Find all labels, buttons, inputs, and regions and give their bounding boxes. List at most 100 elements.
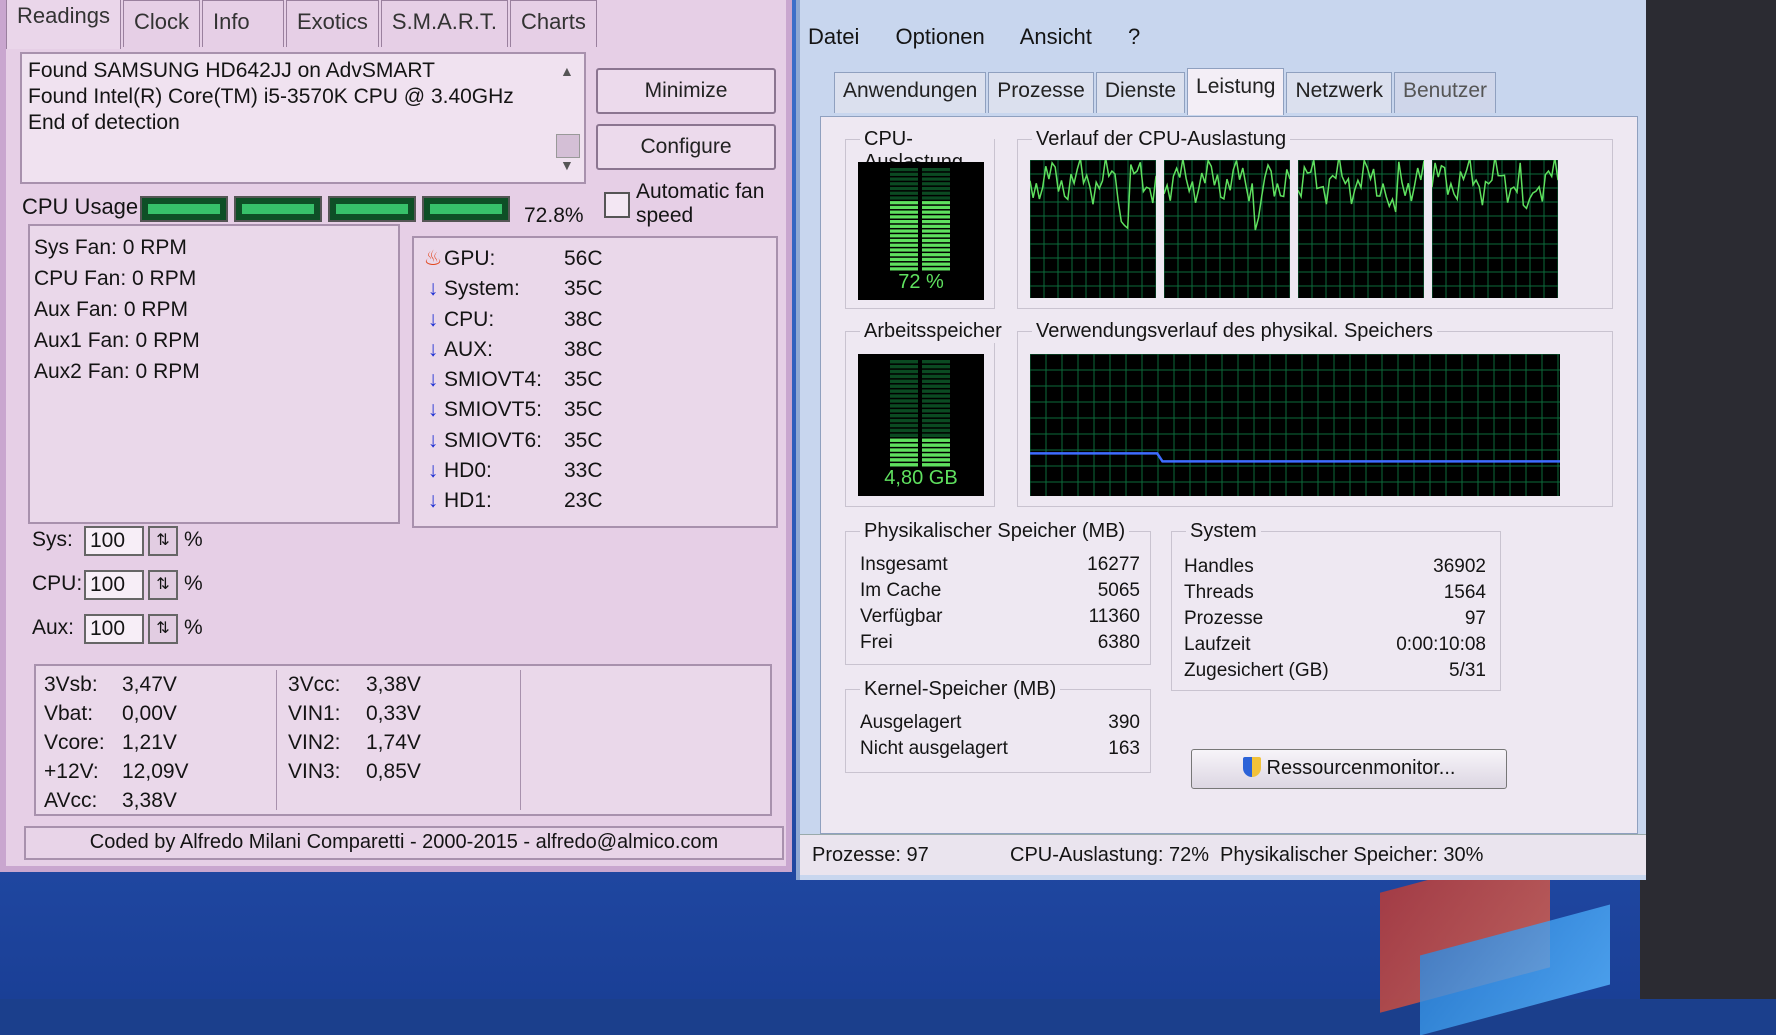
tab-benutzer[interactable]: Benutzer (1393, 72, 1497, 113)
sys-speed-input[interactable]: 100 (84, 526, 144, 556)
stat-value: 97 (1464, 608, 1486, 629)
stat-row: Nicht ausgelagert 163 (860, 736, 1140, 762)
aux-speed-input[interactable]: 100 (84, 614, 144, 644)
temp-row: ↓ SMIOVT6: 35C (422, 426, 768, 456)
scroll-up-icon[interactable]: ▲ (560, 58, 574, 84)
spinner-arrows-icon[interactable]: ⇅ (148, 526, 178, 556)
menu-datei[interactable]: Datei (808, 24, 859, 49)
memory-history-group: Verwendungsverlauf des physikal. Speiche… (1017, 320, 1613, 507)
stat-name: Handles (1184, 556, 1254, 577)
stat-value: 11360 (1088, 606, 1140, 627)
temp-row: ↓ HD1: 23C (422, 486, 768, 516)
fan-readings-panel: Sys Fan: 0 RPM CPU Fan: 0 RPM Aux Fan: 0… (28, 224, 400, 524)
credits-footer: Coded by Alfredo Milani Comparetti - 200… (24, 826, 784, 860)
cpu-core-graph (1030, 160, 1156, 298)
stat-name: Insgesamt (860, 554, 948, 575)
kernel-memory-group: Kernel-Speicher (MB) Ausgelagert 390 Nich… (845, 678, 1151, 773)
speedfan-window: Readings Clock Info Exotics S.M.A.R.T. C… (0, 0, 792, 872)
tab-info[interactable]: Info (201, 0, 284, 47)
detection-log[interactable]: Found SAMSUNG HD642JJ on AdvSMART Found … (20, 52, 586, 184)
status-processes: Prozesse: 97 (812, 844, 929, 866)
tab-charts[interactable]: Charts (510, 0, 597, 47)
memory-meter: 4,80 GB (858, 354, 984, 496)
voltage-row: VIN2: 1,74V (288, 728, 456, 757)
automatic-fan-speed-checkbox[interactable] (604, 192, 630, 218)
stat-row: Laufzeit 0:00:10:08 (1184, 632, 1486, 658)
cpu-core-bar (234, 196, 322, 222)
stat-row: Handles 36902 (1184, 554, 1486, 580)
tab-smart[interactable]: S.M.A.R.T. (380, 0, 509, 47)
stat-value: 1564 (1443, 582, 1486, 603)
temp-row: ♨ GPU: 56C (422, 244, 768, 274)
menu-ansicht[interactable]: Ansicht (1020, 24, 1092, 49)
voltage-row: VIN3: 0,85V (288, 757, 456, 786)
temperature-panel: ♨ GPU: 56C ↓ System: 35C ↓ CPU: 38C ↓ AUX: 38C ↓… (412, 236, 778, 528)
minimize-button[interactable]: Minimize (596, 68, 776, 114)
stat-row: Prozesse 97 (1184, 606, 1486, 632)
cpu-core-bar (422, 196, 510, 222)
cpu-history-group: Verlauf der CPU-Auslastung (1017, 128, 1613, 309)
fan-reading: Sys Fan: 0 RPM (34, 236, 187, 259)
voltage-value: 0,85V (366, 760, 421, 783)
voltage-name: +12V: (44, 760, 99, 783)
stat-name: Verfügbar (860, 606, 943, 627)
temp-value: 35C (564, 368, 603, 392)
voltage-row: 3Vsb: 3,47V (44, 670, 212, 699)
tab-leistung[interactable]: Leistung (1187, 68, 1285, 115)
tab-exotics[interactable]: Exotics (285, 0, 379, 47)
menu-help[interactable]: ? (1128, 24, 1140, 49)
tab-dienste[interactable]: Dienste (1095, 72, 1186, 113)
cpu-speed-input[interactable]: 100 (84, 570, 144, 600)
aux-speed-label: Aux: (32, 616, 75, 639)
voltage-panel: 3Vsb: 3,47V Vbat: 0,00V Vcore: 1,21V +12V: 1… (34, 664, 772, 816)
temp-value: 56C (564, 247, 603, 270)
resource-monitor-button[interactable]: Ressourcenmonitor... (1191, 749, 1507, 789)
cpu-speed-label: CPU: (32, 572, 83, 595)
voltage-value: 12,09V (122, 760, 189, 783)
task-manager-tabs: Anwendungen Prozesse Dienste Leistung Ne… (834, 68, 1498, 115)
temp-value: 35C (564, 398, 603, 422)
automatic-fan-speed-label: Automatic fan speed (636, 180, 765, 227)
stat-value: 5065 (1097, 580, 1140, 601)
cpu-usage-label: CPU Usage (22, 194, 139, 219)
voltage-row: VIN1: 0,33V (288, 699, 456, 728)
speedfan-tabs: Readings Clock Info Exotics S.M.A.R.T. C… (6, 0, 786, 49)
spinner-arrows-icon[interactable]: ⇅ (148, 614, 178, 644)
stat-name: Ausgelagert (860, 712, 962, 733)
voltage-divider (276, 670, 277, 810)
cpu-core-graph (1298, 160, 1424, 298)
tab-clock[interactable]: Clock (122, 0, 200, 47)
spinner-arrows-icon[interactable]: ⇅ (148, 570, 178, 600)
temp-row: ↓ AUX: 38C (422, 335, 768, 365)
stat-value: 0:00:10:08 (1396, 634, 1486, 655)
tab-anwendungen[interactable]: Anwendungen (834, 72, 987, 113)
aux-speed-unit: % (184, 616, 203, 639)
scroll-down-icon[interactable]: ▼ (560, 152, 574, 178)
tab-readings[interactable]: Readings (6, 0, 121, 49)
menu-optionen[interactable]: Optionen (895, 24, 984, 49)
temp-value: 35C (564, 428, 603, 452)
voltage-value: 1,21V (122, 731, 177, 754)
voltage-value: 3,38V (122, 789, 177, 812)
tab-netzwerk[interactable]: Netzwerk (1286, 72, 1392, 113)
memory-history-graph (1030, 354, 1560, 496)
voltage-row: 3Vcc: 3,38V (288, 670, 456, 699)
configure-button[interactable]: Configure (596, 124, 776, 170)
voltage-value: 3,38V (366, 673, 421, 696)
tab-prozesse[interactable]: Prozesse (988, 72, 1094, 113)
log-scrollbar[interactable]: ▲ ▼ (554, 58, 582, 178)
status-cpu: CPU-Auslastung: 72% (1010, 844, 1209, 866)
cpu-usage-meter: 72 % (858, 162, 984, 300)
cpu-core-graph (1164, 160, 1290, 298)
task-manager-window: Datei Optionen Ansicht ? Anwendungen Pro… (796, 0, 1646, 880)
physical-memory-group: Physikalischer Speicher (MB) Insgesamt 16… (845, 520, 1151, 665)
voltage-row: +12V: 12,09V (44, 757, 212, 786)
voltage-name: AVcc: (44, 789, 98, 812)
voltage-name: VIN1: (288, 702, 341, 725)
memory-history-group-title: Verwendungsverlauf des physikal. Speiche… (1032, 320, 1437, 343)
fan-reading: Aux2 Fan: 0 RPM (34, 360, 200, 383)
stat-row: Insgesamt 16277 (860, 552, 1140, 578)
temp-row: ↓ HD0: 33C (422, 456, 768, 486)
temp-value: 38C (564, 307, 603, 331)
stat-name: Prozesse (1184, 608, 1264, 629)
